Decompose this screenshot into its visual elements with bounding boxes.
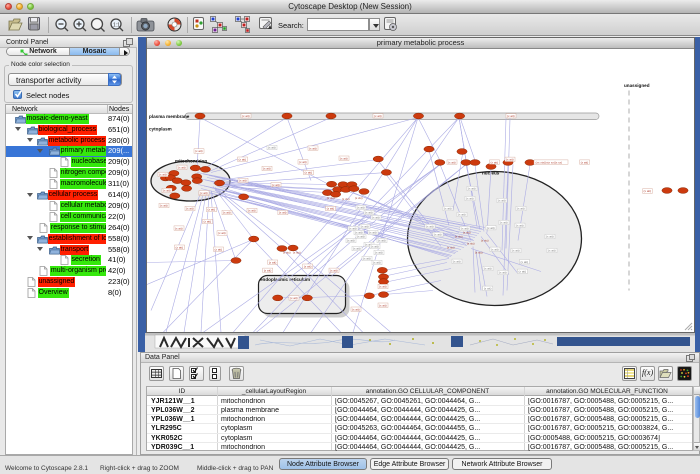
- svg-text:(x att): (x att): [521, 260, 529, 264]
- svg-text:unassigned: unassigned: [624, 83, 650, 88]
- svg-text:mitochondrion: mitochondrion: [175, 159, 207, 164]
- svg-text:(x att): (x att): [374, 114, 382, 118]
- svg-text:(x att): (x att): [379, 285, 387, 289]
- svg-text:(x att): (x att): [208, 208, 216, 212]
- svg-text:(x att): (x att): [484, 287, 492, 291]
- svg-text:(x att): (x att): [330, 269, 338, 273]
- svg-text:(x att): (x att): [242, 114, 250, 118]
- svg-text:(x att): (x att): [309, 146, 317, 150]
- svg-text:(x att): (x att): [581, 160, 589, 164]
- svg-text:(x att): (x att): [272, 183, 280, 187]
- svg-text:(x att): (x att): [468, 187, 476, 191]
- svg-text:(x att): (x att): [361, 225, 369, 229]
- svg-text:(x att): (x att): [159, 173, 167, 177]
- svg-text:(x att): (x att): [546, 235, 554, 239]
- svg-text:(x att): (x att): [200, 191, 208, 195]
- svg-text:(x att): (x att): [491, 160, 499, 164]
- svg-text:(x att): (x att): [491, 248, 499, 252]
- svg-text:(x att): (x att): [378, 239, 386, 243]
- svg-text:(x att): (x att): [269, 260, 277, 264]
- svg-text:(x att): (x att): [352, 307, 360, 311]
- svg-text:(x att): (x att): [239, 179, 247, 183]
- svg-text:(x att): (x att): [186, 207, 194, 211]
- svg-text:cytoplasm: cytoplasm: [149, 127, 172, 132]
- svg-text:(x att): (x att): [340, 156, 348, 160]
- svg-text:(x att): (x att): [371, 245, 379, 249]
- svg-text:(x att): (x att): [448, 160, 456, 164]
- svg-text:(x att): (x att): [299, 160, 307, 164]
- svg-text:plasma membrane: plasma membrane: [149, 114, 190, 119]
- svg-text:(x xtx): (x xtx): [475, 251, 483, 255]
- svg-text:(x att): (x att): [498, 199, 506, 203]
- svg-text:(x att): (x att): [375, 251, 383, 255]
- svg-text:(x att): (x att): [178, 166, 186, 170]
- svg-text:(x att): (x att): [461, 227, 469, 231]
- svg-text:(x att): (x att): [204, 220, 212, 224]
- svg-text:(x att): (x att): [507, 114, 515, 118]
- svg-text:(x att): (x att): [426, 225, 434, 229]
- svg-text:(x att): (x att): [327, 207, 335, 211]
- svg-text:(x att): (x att): [353, 247, 361, 251]
- svg-text:(x att): (x att): [195, 149, 203, 153]
- svg-text:(x xtx): (x xtx): [355, 196, 363, 200]
- svg-text:(x att): (x att): [279, 211, 287, 215]
- svg-text:(x att): (x att): [357, 235, 365, 239]
- svg-text:(x att): (x att): [519, 270, 527, 274]
- svg-text:(x att): (x att): [304, 264, 312, 268]
- svg-text:(x att): (x att): [305, 171, 313, 175]
- svg-text:(x att): (x att): [365, 211, 373, 215]
- svg-text:(x att): (x att): [176, 245, 184, 249]
- svg-text:(x att): (x att): [458, 213, 466, 217]
- svg-text:(x att): (x att): [160, 204, 168, 208]
- svg-text:(x att): (x att): [263, 167, 271, 171]
- svg-text:(x xtx): (x xtx): [283, 251, 291, 255]
- svg-text:(x att): (x att): [268, 146, 276, 150]
- svg-text:(x att): (x att): [500, 221, 508, 225]
- svg-text:(x att): (x att): [223, 211, 231, 215]
- svg-text:(x att): (x att): [363, 257, 371, 261]
- svg-text:(x xtx): (x xtx): [293, 251, 301, 255]
- svg-text:(x xtx): (x xtx): [327, 196, 335, 200]
- svg-text:(x att): (x att): [379, 303, 387, 307]
- svg-text:endoplasmic reticulum: endoplasmic reticulum: [260, 277, 310, 282]
- svg-text:(x att): (x att): [434, 233, 442, 237]
- svg-text:(x xtx): (x xtx): [447, 246, 455, 250]
- svg-text:(x xtx): (x xtx): [481, 239, 489, 243]
- svg-text:(x att): (x att): [506, 158, 514, 162]
- svg-text:(x att): (x att): [355, 231, 363, 235]
- svg-text:(x att): (x att): [218, 231, 226, 235]
- svg-text:(x att): (x att): [264, 269, 272, 273]
- svg-text:(x xtx): (x xtx): [455, 235, 463, 239]
- svg-text:(x att): (x att): [512, 249, 520, 253]
- svg-text:(x att): (x att): [372, 216, 380, 220]
- svg-text:(x att): (x att): [453, 260, 461, 264]
- svg-text:(x att): (x att): [248, 209, 256, 213]
- svg-text:(x xtx): (x xtx): [463, 231, 471, 235]
- svg-text:(x att): (x att): [369, 231, 377, 235]
- svg-text:(x att): (x att): [466, 197, 474, 201]
- svg-text:(x att): (x att): [499, 271, 507, 275]
- svg-text:(x att): (x att): [215, 247, 223, 251]
- svg-text:(x att): (x att): [373, 261, 381, 265]
- svg-text:(x xtx): (x xtx): [342, 197, 350, 201]
- svg-text:(x att): (x att): [548, 249, 556, 253]
- svg-text:(x att): (x att): [175, 226, 183, 230]
- svg-text:(x xtx): (x xtx): [467, 242, 475, 246]
- svg-text:(x att): (x att): [163, 189, 171, 193]
- svg-text:(x att): (x att): [347, 239, 355, 243]
- svg-text:(x att): (x att): [644, 189, 652, 193]
- svg-text:(x att): (x att): [239, 157, 247, 161]
- svg-text:(x att): (x att): [444, 207, 452, 211]
- svg-text:(x att): (x att): [487, 226, 495, 230]
- svg-text:(xx xtx)(xtx xx)(x xx): (xx xtx)(xtx xx)(x xx): [536, 160, 563, 164]
- svg-text:(x att): (x att): [517, 207, 525, 211]
- svg-text:(x att): (x att): [357, 206, 365, 210]
- svg-text:(x att): (x att): [484, 267, 492, 271]
- svg-text:(x att): (x att): [516, 224, 524, 228]
- svg-text:(x att): (x att): [290, 296, 298, 300]
